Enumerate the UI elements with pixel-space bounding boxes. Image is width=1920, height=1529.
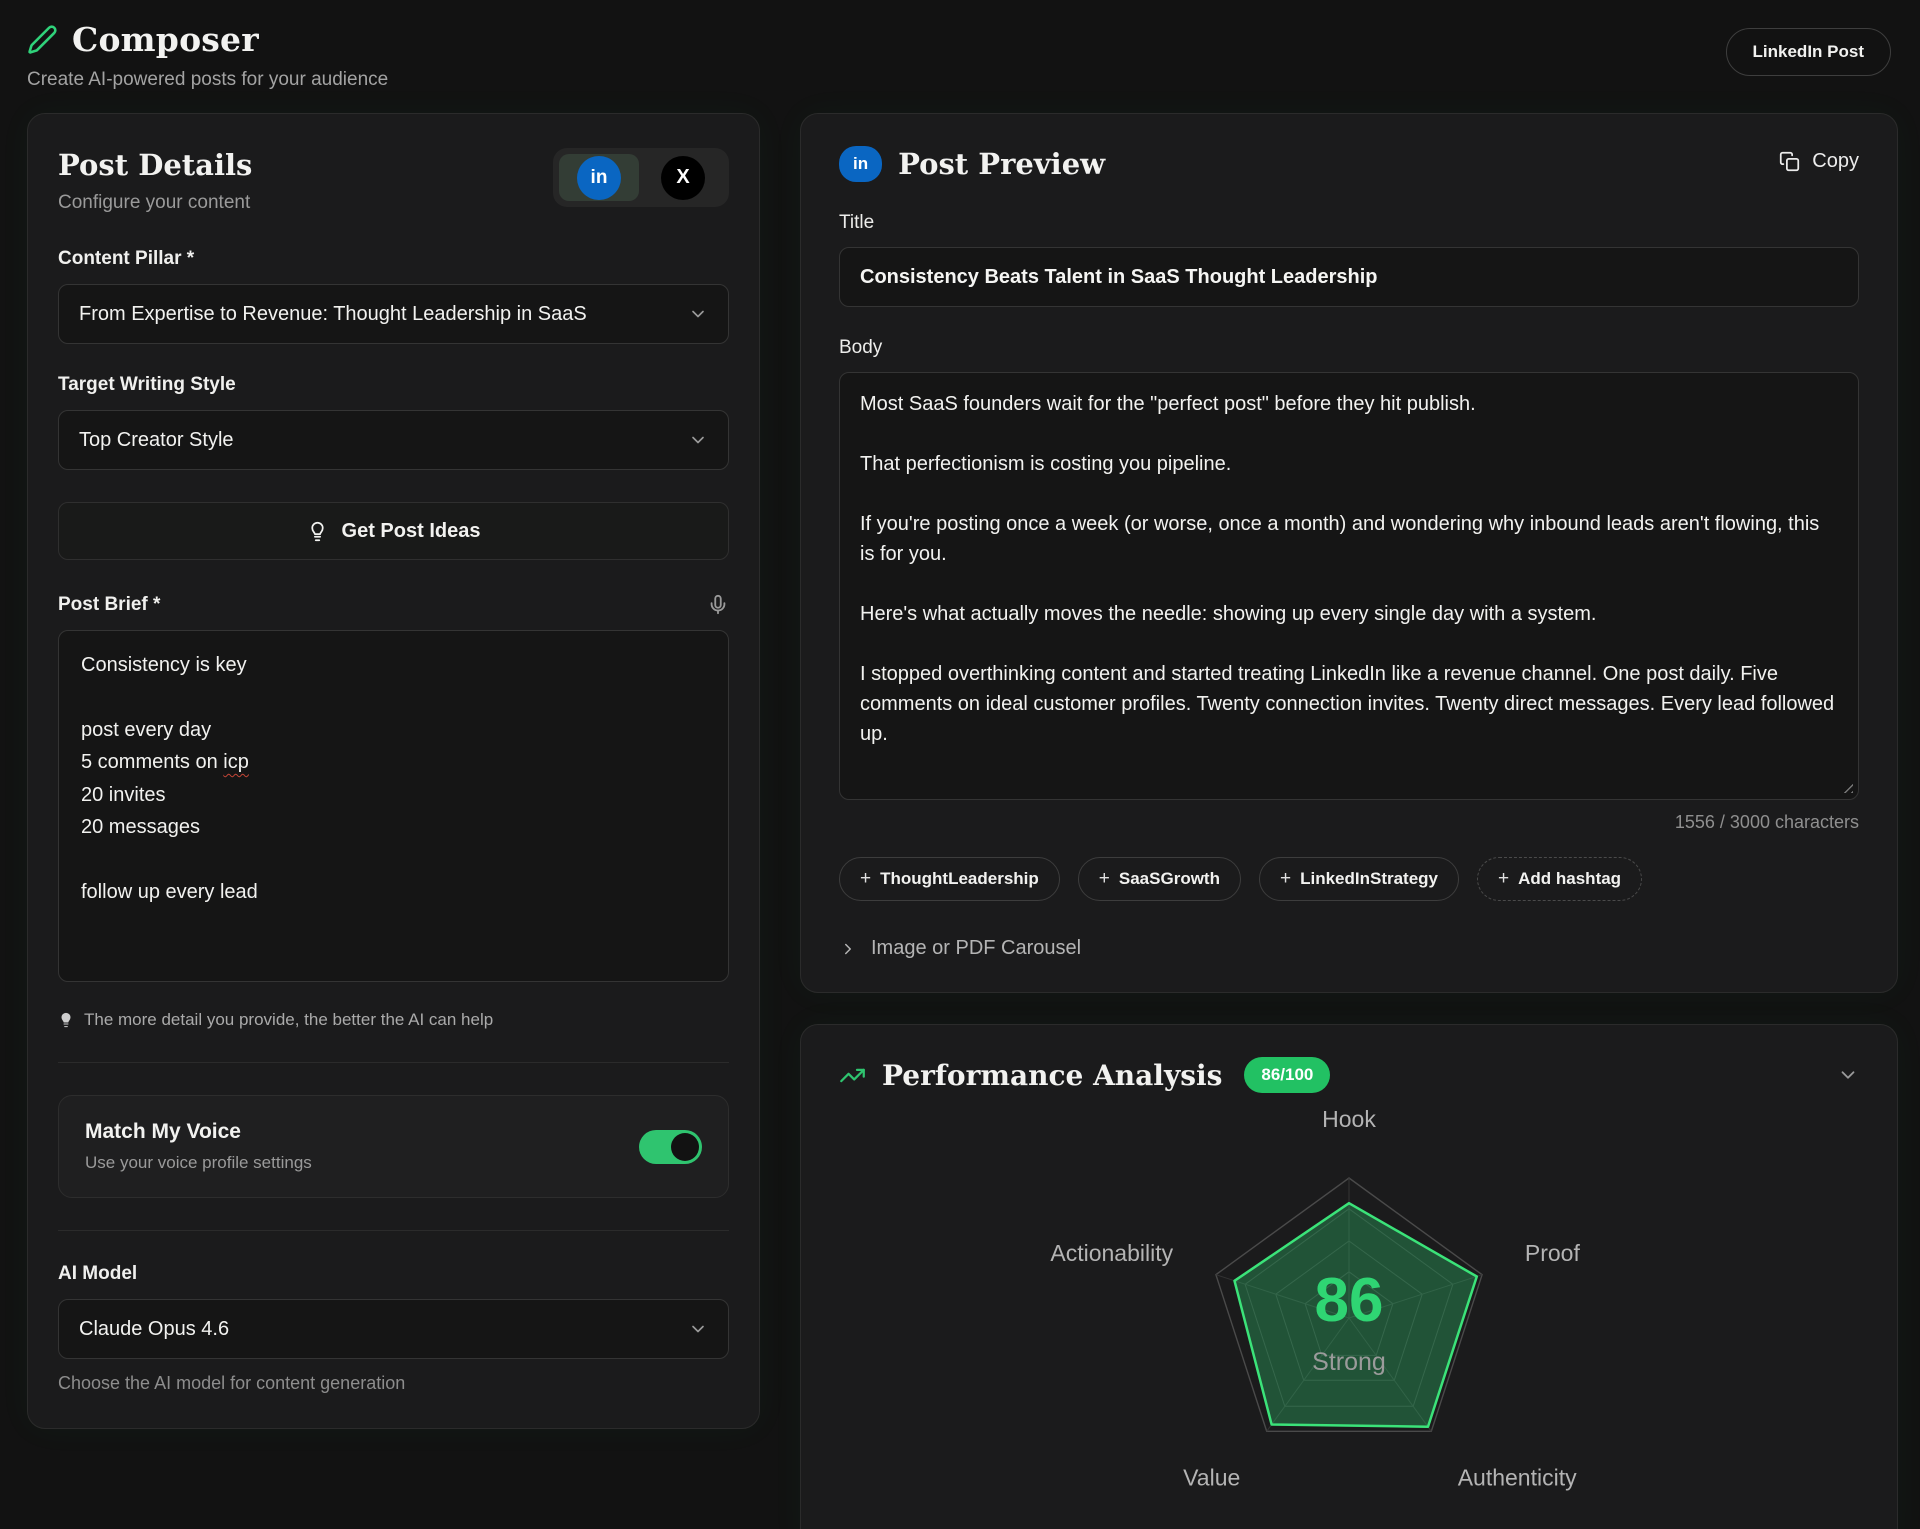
post-details-heading: Post Details Configure your content bbox=[58, 148, 252, 214]
misspelled-word: icp bbox=[223, 751, 249, 773]
platform-option-x[interactable]: X bbox=[643, 154, 723, 201]
post-preview-card: in Post Preview Copy Title Body Most Saa… bbox=[800, 113, 1898, 993]
hashtag-pill[interactable]: + LinkedInStrategy bbox=[1259, 857, 1459, 901]
plus-icon: + bbox=[1280, 868, 1291, 890]
linkedin-icon: in bbox=[577, 156, 621, 200]
match-voice-subtitle: Use your voice profile settings bbox=[85, 1153, 312, 1173]
match-voice-toggle[interactable] bbox=[639, 1130, 702, 1164]
writing-style-label: Target Writing Style bbox=[58, 374, 729, 396]
brief-tip-text: The more detail you provide, the better … bbox=[84, 1010, 493, 1030]
chevron-right-icon bbox=[839, 940, 857, 958]
radar-chart: Hook Proof Authenticity Value Actionability 8… bbox=[839, 1103, 1859, 1523]
trending-up-icon bbox=[839, 1062, 866, 1089]
svg-text:86: 86 bbox=[1315, 1266, 1384, 1335]
svg-text:Authenticity: Authenticity bbox=[1458, 1465, 1577, 1491]
performance-card: Performance Analysis 86/100 Hook Proof Aut… bbox=[800, 1024, 1898, 1529]
content-pillar-label: Content Pillar * bbox=[58, 248, 729, 270]
content-pillar-value: From Expertise to Revenue: Thought Leade… bbox=[79, 303, 587, 326]
composer-page: Composer Create AI-powered posts for you… bbox=[0, 0, 1920, 1529]
char-count: 1556 / 3000 characters bbox=[839, 812, 1859, 833]
hashtag-pill[interactable]: + ThoughtLeadership bbox=[839, 857, 1060, 901]
copy-icon bbox=[1779, 151, 1800, 172]
title-field-label: Title bbox=[839, 212, 1859, 234]
page-title: Composer bbox=[72, 20, 259, 59]
platform-option-linkedin[interactable]: in bbox=[559, 154, 639, 201]
svg-text:Hook: Hook bbox=[1322, 1106, 1376, 1132]
svg-text:Value: Value bbox=[1183, 1465, 1240, 1491]
get-post-ideas-button[interactable]: Get Post Ideas bbox=[58, 502, 729, 560]
post-body-input[interactable]: Most SaaS founders wait for the "perfect… bbox=[839, 372, 1859, 800]
divider bbox=[58, 1230, 729, 1231]
chevron-down-icon bbox=[688, 430, 708, 450]
ai-model-helper: Choose the AI model for content generati… bbox=[58, 1373, 729, 1394]
page-subtitle: Create AI-powered posts for your audienc… bbox=[27, 69, 388, 91]
writing-style-select[interactable]: Top Creator Style bbox=[58, 410, 729, 470]
divider bbox=[58, 1062, 729, 1063]
svg-text:Actionability: Actionability bbox=[1050, 1240, 1173, 1266]
copy-label: Copy bbox=[1812, 150, 1859, 173]
ai-model-value: Claude Opus 4.6 bbox=[79, 1318, 229, 1341]
pencil-icon bbox=[27, 24, 58, 55]
svg-text:Strong: Strong bbox=[1312, 1348, 1386, 1376]
hashtag-pill[interactable]: + SaaSGrowth bbox=[1078, 857, 1241, 901]
chevron-down-icon bbox=[688, 1319, 708, 1339]
topbar-left: Composer Create AI-powered posts for you… bbox=[27, 20, 388, 91]
plus-icon: + bbox=[1099, 868, 1110, 890]
performance-title: Performance Analysis bbox=[882, 1059, 1222, 1092]
add-hashtag-label: Add hashtag bbox=[1518, 869, 1621, 889]
hashtag-label: LinkedInStrategy bbox=[1300, 869, 1438, 889]
match-voice-title: Match My Voice bbox=[85, 1120, 312, 1144]
plus-icon: + bbox=[860, 868, 871, 890]
linkedin-badge: in bbox=[839, 146, 882, 182]
lightbulb-icon bbox=[58, 1012, 74, 1028]
post-brief-label: Post Brief * bbox=[58, 594, 160, 616]
lightbulb-icon bbox=[307, 521, 328, 542]
writing-style-value: Top Creator Style bbox=[79, 429, 234, 452]
brief-tip: The more detail you provide, the better … bbox=[58, 1010, 729, 1030]
score-badge: 86/100 bbox=[1244, 1057, 1330, 1093]
post-brief-input[interactable]: Consistency is key post every day 5 comm… bbox=[58, 630, 729, 982]
mic-icon[interactable] bbox=[707, 594, 729, 616]
copy-button[interactable]: Copy bbox=[1779, 150, 1859, 173]
post-preview-title: Post Preview bbox=[898, 147, 1105, 181]
toggle-knob bbox=[671, 1133, 699, 1161]
match-voice-card: Match My Voice Use your voice profile se… bbox=[58, 1095, 729, 1198]
chevron-down-icon bbox=[688, 304, 708, 324]
get-post-ideas-label: Get Post Ideas bbox=[342, 520, 481, 543]
content-pillar-select[interactable]: From Expertise to Revenue: Thought Leade… bbox=[58, 284, 729, 344]
match-voice-text: Match My Voice Use your voice profile se… bbox=[85, 1120, 312, 1173]
linkedin-post-button[interactable]: LinkedIn Post bbox=[1726, 28, 1891, 76]
carousel-toggle[interactable]: Image or PDF Carousel bbox=[839, 937, 1859, 960]
platform-toggle: in X bbox=[553, 148, 729, 207]
body-field-wrap: Most SaaS founders wait for the "perfect… bbox=[839, 372, 1859, 800]
post-details-card: Post Details Configure your content in X… bbox=[27, 113, 760, 1429]
svg-text:Proof: Proof bbox=[1525, 1240, 1581, 1266]
post-details-title: Post Details bbox=[58, 148, 252, 182]
chevron-down-icon[interactable] bbox=[1837, 1064, 1859, 1086]
ai-model-label: AI Model bbox=[58, 1263, 729, 1285]
hashtag-label: SaaSGrowth bbox=[1119, 869, 1220, 889]
post-details-subtitle: Configure your content bbox=[58, 192, 252, 214]
x-icon: X bbox=[661, 156, 705, 200]
carousel-label: Image or PDF Carousel bbox=[871, 937, 1081, 960]
plus-icon: + bbox=[1498, 868, 1509, 890]
ai-model-select[interactable]: Claude Opus 4.6 bbox=[58, 1299, 729, 1359]
add-hashtag-button[interactable]: + Add hashtag bbox=[1477, 857, 1642, 901]
hashtag-row: + ThoughtLeadership + SaaSGrowth + LinkedIn… bbox=[839, 857, 1859, 901]
topbar: Composer Create AI-powered posts for you… bbox=[27, 14, 1893, 91]
post-title-input[interactable] bbox=[839, 247, 1859, 307]
hashtag-label: ThoughtLeadership bbox=[880, 869, 1039, 889]
body-field-label: Body bbox=[839, 337, 1859, 359]
